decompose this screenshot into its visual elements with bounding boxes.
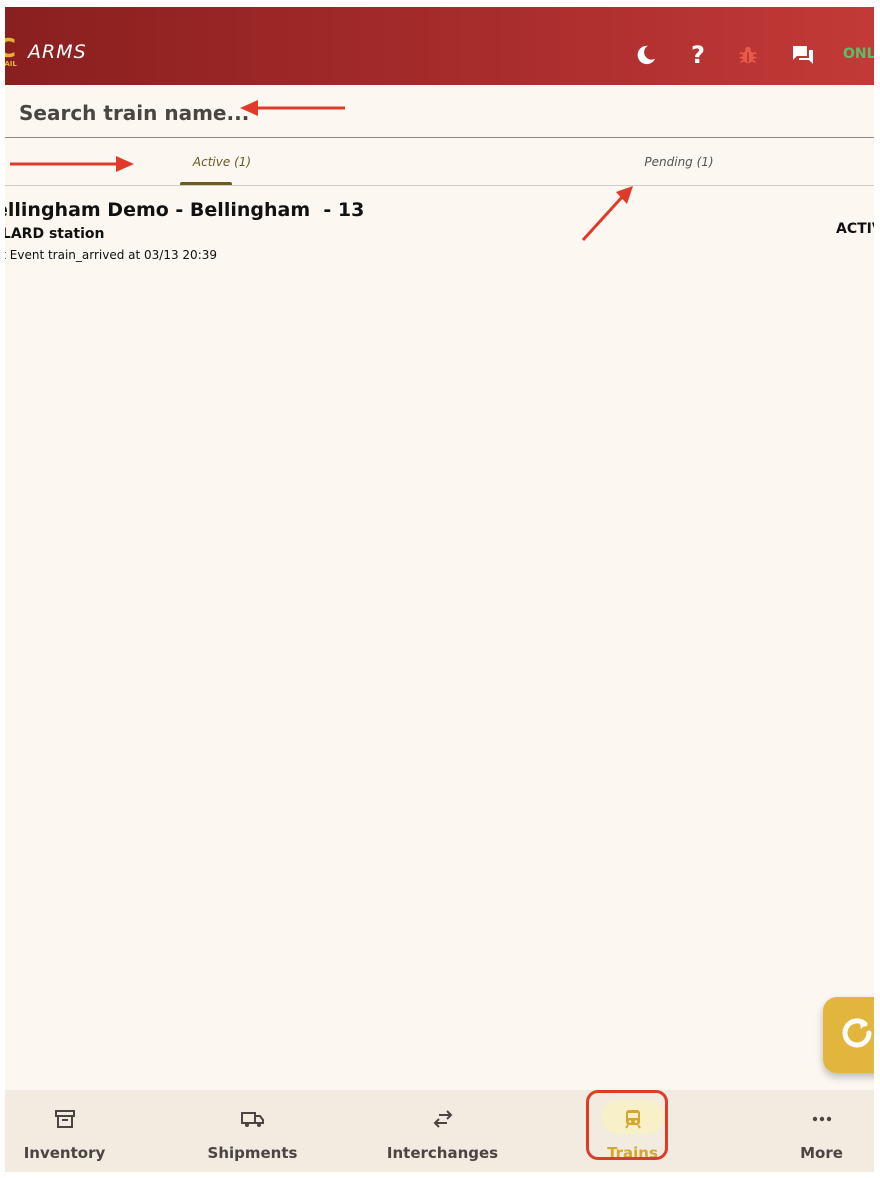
list-item[interactable]: ellingham Demo - Bellingham - 13 LLARD s… xyxy=(5,185,874,275)
app-header: C RAIL ARMS ? ONL xyxy=(5,7,874,85)
nav-item-interchanges[interactable]: Interchanges xyxy=(356,1090,529,1172)
nav-item-inventory[interactable]: Inventory xyxy=(5,1090,151,1172)
refresh-icon xyxy=(837,1013,874,1057)
help-question-icon[interactable]: ? xyxy=(685,41,711,69)
archive-icon xyxy=(52,1106,78,1132)
train-tabs: Active (1) Pending (1) xyxy=(5,138,874,186)
search-bar xyxy=(5,85,874,138)
nav-label-inventory: Inventory xyxy=(23,1144,106,1162)
online-status: ONL xyxy=(843,46,874,62)
nav-label-shipments: Shipments xyxy=(207,1144,298,1162)
bug-report-icon[interactable] xyxy=(735,42,761,68)
swap-arrows-icon xyxy=(430,1106,456,1132)
app-title: ARMS xyxy=(28,41,87,63)
nav-label-more: More xyxy=(800,1144,843,1162)
tab-active[interactable]: Active (1) xyxy=(5,138,439,185)
app-frame: C RAIL ARMS ? ONL Active (1) xyxy=(5,7,874,1172)
nav-label-interchanges: Interchanges xyxy=(386,1144,499,1162)
dark-mode-moon-icon[interactable] xyxy=(633,42,659,68)
bottom-navigation: Inventory Shipments Interchanges Trains xyxy=(5,1090,874,1172)
nav-item-more[interactable]: More xyxy=(735,1090,874,1172)
logo-letter: C xyxy=(5,34,17,64)
tab-pending[interactable]: Pending (1) xyxy=(439,138,874,185)
search-input[interactable] xyxy=(17,93,421,133)
annotation-highlight-box xyxy=(586,1090,668,1160)
nav-item-shipments[interactable]: Shipments xyxy=(166,1090,339,1172)
app-logo: C RAIL xyxy=(5,36,17,74)
train-last-event: st Event train_arrived at 03/13 20:39 xyxy=(5,248,218,262)
chat-bubbles-icon[interactable] xyxy=(790,42,816,68)
truck-icon xyxy=(240,1106,266,1132)
logo-subtext: RAIL xyxy=(5,60,17,68)
refresh-button[interactable] xyxy=(823,997,874,1073)
more-dots-icon xyxy=(809,1106,835,1132)
train-station: LLARD station xyxy=(5,226,105,242)
train-status: ACTIV xyxy=(836,221,874,237)
train-name: ellingham Demo - Bellingham - 13 xyxy=(5,199,365,221)
